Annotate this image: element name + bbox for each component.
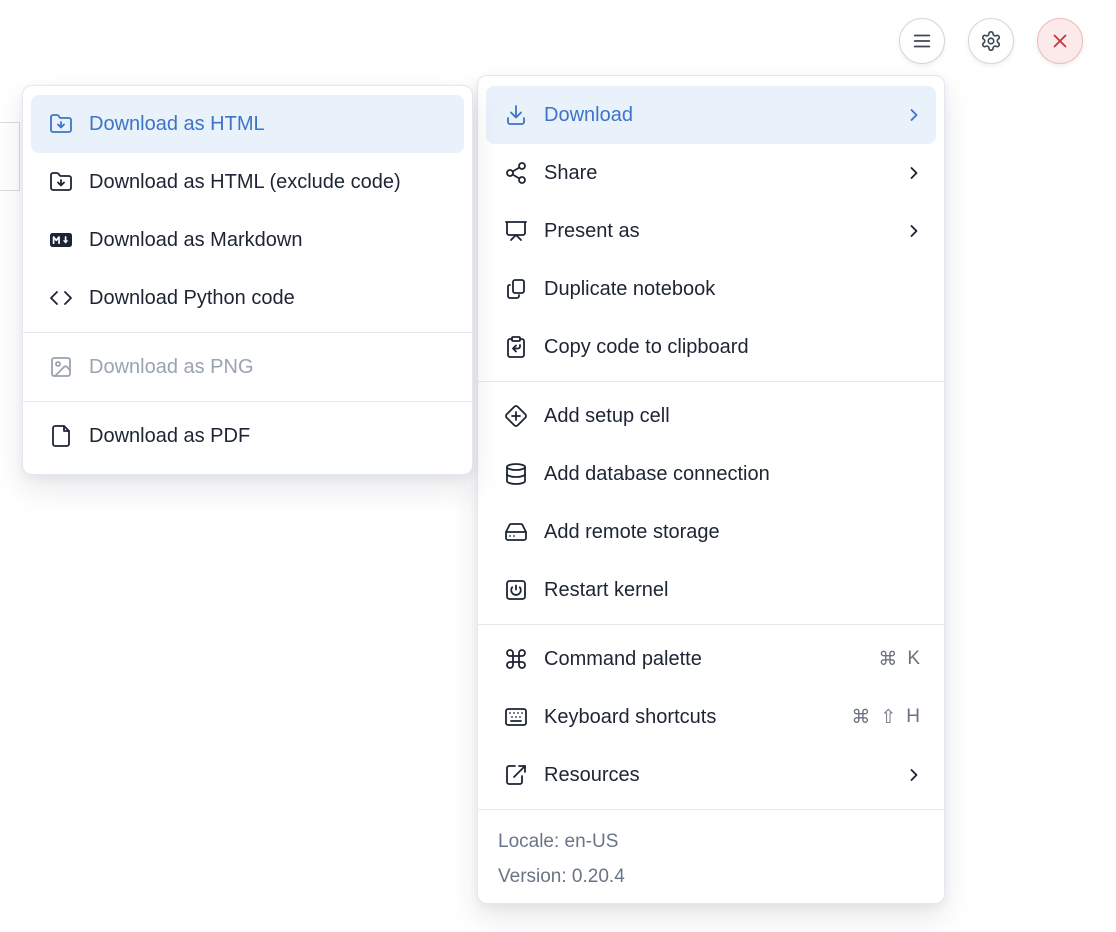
menu-item-label: Keyboard shortcuts xyxy=(544,706,835,729)
hamburger-icon xyxy=(911,30,933,52)
menu-item-restart-kernel[interactable]: Restart kernel xyxy=(486,561,936,619)
menu-item-add-database-connection[interactable]: Add database connection xyxy=(486,445,936,503)
background-cell-border xyxy=(0,190,20,191)
share-icon xyxy=(504,161,528,185)
markdown-icon xyxy=(49,228,73,252)
menu-item-duplicate-notebook[interactable]: Duplicate notebook xyxy=(486,260,936,318)
command-icon xyxy=(504,647,528,671)
gear-icon xyxy=(980,30,1002,52)
topbar xyxy=(899,18,1083,64)
menu-item-label: Command palette xyxy=(544,648,862,671)
menu-item-add-remote-storage[interactable]: Add remote storage xyxy=(486,503,936,561)
download-submenu: Download as HTML Download as HTML (exclud… xyxy=(22,85,473,475)
shortcut-key: ⌘ xyxy=(878,648,897,671)
chevron-right-icon xyxy=(904,105,924,125)
clipboard-copy-icon xyxy=(504,335,528,359)
chevron-right-icon xyxy=(904,765,924,785)
folder-down-icon xyxy=(49,112,73,136)
shortcut-key: H xyxy=(906,706,920,729)
menu-item-present-as[interactable]: Present as xyxy=(486,202,936,260)
download-icon xyxy=(504,103,528,127)
image-icon xyxy=(49,355,73,379)
power-icon xyxy=(504,578,528,602)
notebook-menu: Download Share Present as Duplicate noteboo… xyxy=(477,75,945,904)
menu-item-label: Download as PNG xyxy=(89,356,452,379)
code-icon xyxy=(49,286,73,310)
menu-item-download-python-code[interactable]: Download Python code xyxy=(31,269,464,327)
menu-item-label: Download as PDF xyxy=(89,425,452,448)
chevron-right-icon xyxy=(904,163,924,183)
menu-item-resources[interactable]: Resources xyxy=(486,746,936,804)
background-cell-border xyxy=(19,122,20,191)
settings-button[interactable] xyxy=(968,18,1014,64)
menu-item-label: Add remote storage xyxy=(544,521,924,544)
menu-item-download-as-pdf[interactable]: Download as PDF xyxy=(31,407,464,465)
close-button[interactable] xyxy=(1037,18,1083,64)
locale-text: Locale: en-US xyxy=(498,824,924,859)
menu-item-download-as-png: Download as PNG xyxy=(31,338,464,396)
keyboard-icon xyxy=(504,705,528,729)
menu-item-share[interactable]: Share xyxy=(486,144,936,202)
menu-item-label: Download as Markdown xyxy=(89,229,452,252)
menu-item-label: Present as xyxy=(544,220,884,243)
menu-separator xyxy=(23,332,472,333)
menu-item-add-setup-cell[interactable]: Add setup cell xyxy=(486,387,936,445)
shortcut-hint: ⌘ ⇧ H xyxy=(851,706,920,729)
menu-item-label: Resources xyxy=(544,764,884,787)
menu-item-label: Download as HTML (exclude code) xyxy=(89,171,452,194)
menu-item-label: Restart kernel xyxy=(544,579,924,602)
version-text: Version: 0.20.4 xyxy=(498,859,924,894)
diamond-plus-icon xyxy=(504,404,528,428)
menu-footer: Locale: en-USVersion: 0.20.4 xyxy=(486,815,936,897)
presentation-icon xyxy=(504,219,528,243)
menu-item-label: Add database connection xyxy=(544,463,924,486)
menu-item-label: Download Python code xyxy=(89,287,452,310)
shortcut-hint: ⌘K xyxy=(878,648,920,671)
background-cell-border xyxy=(0,122,20,123)
menu-item-command-palette[interactable]: Command palette⌘K xyxy=(486,630,936,688)
chevron-right-icon xyxy=(904,221,924,241)
menu-item-keyboard-shortcuts[interactable]: Keyboard shortcuts ⌘ ⇧ H xyxy=(486,688,936,746)
close-icon xyxy=(1049,30,1071,52)
menu-item-label: Download as HTML xyxy=(89,113,452,136)
menu-item-label: Share xyxy=(544,162,884,185)
menu-separator xyxy=(478,381,944,382)
shortcut-key: ⌘ xyxy=(851,706,870,729)
menu-separator xyxy=(23,401,472,402)
file-icon xyxy=(49,424,73,448)
menu-button[interactable] xyxy=(899,18,945,64)
hard-drive-icon xyxy=(504,520,528,544)
menu-item-download-as-html-exclude-code[interactable]: Download as HTML (exclude code) xyxy=(31,153,464,211)
menu-separator xyxy=(478,809,944,810)
menu-item-copy-code-to-clipboard[interactable]: Copy code to clipboard xyxy=(486,318,936,376)
menu-item-download-as-html[interactable]: Download as HTML xyxy=(31,95,464,153)
folder-down-icon xyxy=(49,170,73,194)
menu-item-label: Download xyxy=(544,104,884,127)
menu-item-label: Add setup cell xyxy=(544,405,924,428)
shortcut-key: ⇧ xyxy=(880,706,896,729)
external-link-icon xyxy=(504,763,528,787)
menu-item-label: Copy code to clipboard xyxy=(544,336,924,359)
menu-separator xyxy=(478,624,944,625)
menu-item-label: Duplicate notebook xyxy=(544,278,924,301)
copy-icon xyxy=(504,277,528,301)
menu-item-download[interactable]: Download xyxy=(486,86,936,144)
shortcut-key: K xyxy=(907,648,920,671)
database-icon xyxy=(504,462,528,486)
menu-item-download-as-markdown[interactable]: Download as Markdown xyxy=(31,211,464,269)
